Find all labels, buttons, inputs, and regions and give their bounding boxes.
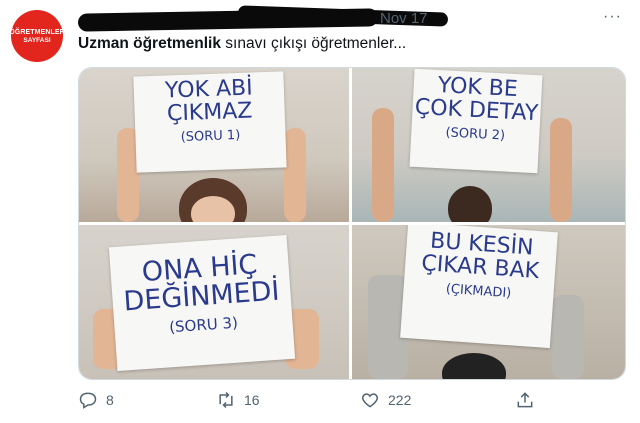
- tweet-text: Uzman öğretmenlik sınavı çıkışı öğretmen…: [78, 35, 406, 53]
- tweet-text-bold: Uzman öğretmenlik: [78, 35, 221, 52]
- more-options-icon[interactable]: ···: [603, 8, 622, 26]
- share-button[interactable]: [515, 390, 535, 410]
- tweet-date[interactable]: Nov 17: [380, 10, 428, 27]
- arm-right: [550, 118, 572, 222]
- reply-button[interactable]: 8: [78, 390, 114, 410]
- person-head: [448, 186, 492, 222]
- sign-line3: (SORU 1): [180, 128, 241, 146]
- media-image-3[interactable]: ONA HİÇ DEĞİNMEDİ (SORU 3): [79, 225, 349, 379]
- action-bar: 8 16 222: [78, 390, 558, 414]
- arm-right: [284, 128, 306, 222]
- sign-line2: ÇOK DETAY: [414, 94, 539, 127]
- share-icon: [517, 392, 533, 408]
- protest-sign: YOK ABİ ÇIKMAZ (SORU 1): [133, 71, 287, 173]
- avatar[interactable]: ÖĞRETMENLER SAYFASI: [11, 10, 63, 62]
- retweet-icon: [219, 391, 233, 409]
- tweet-card: ÖĞRETMENLER SAYFASI Nov 17 ··· Uzman öğr…: [0, 0, 640, 423]
- media-grid: YOK ABİ ÇIKMAZ (SORU 1) YOK BE ÇOK DETAY…: [78, 67, 626, 380]
- person-face: [191, 196, 235, 222]
- protest-sign: ONA HİÇ DEĞİNMEDİ (SORU 3): [108, 234, 296, 372]
- tweet-text-rest: sınavı çıkışı öğretmenler...: [220, 35, 407, 52]
- retweet-button[interactable]: 16: [216, 390, 260, 410]
- person-head: [442, 353, 506, 379]
- protest-sign: BU KESİN ÇIKAR BAK (ÇIKMADI): [400, 225, 558, 349]
- arm-left: [372, 108, 394, 222]
- like-count: 222: [388, 392, 412, 408]
- tweet-header: Nov 17: [77, 5, 598, 32]
- media-image-4[interactable]: BU KESİN ÇIKAR BAK (ÇIKMADI): [352, 225, 625, 379]
- reply-icon: [79, 392, 97, 409]
- avatar-line2: SAYFASI: [23, 36, 51, 44]
- reply-count: 8: [106, 392, 114, 408]
- media-image-2[interactable]: YOK BE ÇOK DETAY (SORU 2): [352, 68, 625, 222]
- arm-right: [552, 295, 584, 379]
- sign-line2: ÇIKMAZ: [166, 98, 253, 127]
- sign-line3: (SORU 2): [445, 125, 506, 144]
- media-image-1[interactable]: YOK ABİ ÇIKMAZ (SORU 1): [79, 68, 349, 222]
- retweet-count: 16: [244, 392, 260, 408]
- protest-sign: YOK BE ÇOK DETAY (SORU 2): [409, 68, 543, 174]
- like-button[interactable]: 222: [360, 390, 411, 410]
- heart-icon: [361, 393, 379, 408]
- avatar-line1: ÖĞRETMENLER: [11, 28, 63, 36]
